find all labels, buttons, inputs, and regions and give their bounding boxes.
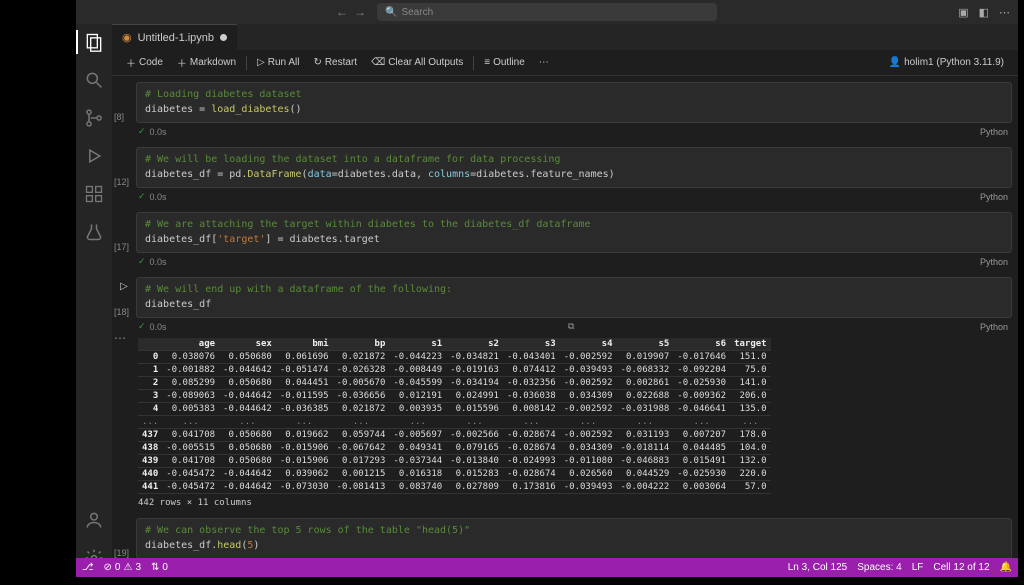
code-cell[interactable]: ▷# We will end up with a dataframe of th…: [136, 277, 1012, 508]
code-editor[interactable]: # We can observe the top 5 rows of the t…: [136, 518, 1012, 559]
toolbar-more-button[interactable]: ⋯: [533, 55, 555, 70]
table-row: 440-0.045472-0.0446420.0390620.0012150.0…: [138, 468, 771, 481]
execution-count: [19]: [114, 548, 129, 558]
outline-button[interactable]: ≡Outline: [478, 55, 531, 70]
source-control-icon[interactable]: [84, 108, 104, 128]
jupyter-icon: ◉: [122, 31, 132, 44]
clear-outputs-button[interactable]: ⌫Clear All Outputs: [365, 55, 469, 70]
code-editor[interactable]: # Loading diabetes dataset diabetes = lo…: [136, 82, 1012, 123]
add-markdown-button[interactable]: ＋Markdown: [171, 53, 242, 72]
execution-count: [12]: [114, 177, 129, 187]
more-icon[interactable]: ⋯: [999, 6, 1010, 19]
code-cell[interactable]: # We are attaching the target within dia…: [136, 212, 1012, 267]
kernel-picker[interactable]: 👤 holim1 (Python 3.11.9): [883, 55, 1010, 70]
tab-notebook[interactable]: ◉ Untitled-1.ipynb: [112, 24, 237, 50]
table-row: 4390.0417080.050680-0.0159060.017293-0.0…: [138, 455, 771, 468]
dataframe-shape: 442 rows × 11 columns: [138, 498, 1012, 508]
table-row: 20.0852990.0506800.044451-0.005670-0.045…: [138, 377, 771, 390]
nav-forward-icon[interactable]: →: [354, 5, 366, 19]
success-check-icon: ✓: [138, 191, 146, 202]
cursor-position[interactable]: Ln 3, Col 125: [788, 562, 848, 573]
explorer-icon[interactable]: [84, 32, 104, 52]
cell-status: ✓0.0sPython: [138, 191, 1012, 202]
extensions-icon[interactable]: [84, 184, 104, 204]
cell-status: ✓0.0sPython: [138, 126, 1012, 137]
tab-filename: Untitled-1.ipynb: [138, 32, 214, 44]
copy-icon[interactable]: ⧉: [568, 321, 574, 332]
layout-sidebar-icon[interactable]: ◧: [979, 6, 989, 19]
table-row: 1-0.001882-0.044642-0.051474-0.026328-0.…: [138, 364, 771, 377]
command-center-search[interactable]: 🔍 Search: [377, 3, 717, 21]
table-row: 4370.0417080.0506800.0196620.059744-0.00…: [138, 429, 771, 442]
person-icon: 👤: [889, 57, 901, 68]
nav-back-icon[interactable]: ←: [336, 5, 348, 19]
table-row: 40.005383-0.044642-0.0363850.0218720.003…: [138, 403, 771, 416]
search-icon: 🔍: [385, 7, 397, 18]
search-icon[interactable]: [84, 70, 104, 90]
testing-icon[interactable]: [84, 222, 104, 242]
restart-button[interactable]: ↻Restart: [307, 55, 363, 70]
ports-indicator[interactable]: ⇅0: [151, 562, 168, 573]
run-debug-icon[interactable]: [84, 146, 104, 166]
table-row: 438-0.0055150.050680-0.015906-0.0676420.…: [138, 442, 771, 455]
cell-status: ✓0.0s⧉Python: [138, 321, 1012, 332]
table-row: 00.0380760.0506800.0616960.021872-0.0442…: [138, 351, 771, 364]
dataframe-output: agesexbmibps1s2s3s4s5s6target00.0380760.…: [138, 338, 1012, 508]
success-check-icon: ✓: [138, 321, 146, 332]
remote-indicator[interactable]: ⎇: [82, 562, 94, 573]
title-bar: ← → 🔍 Search ▣ ◧ ⋯: [76, 0, 1018, 24]
cell-more-actions-icon[interactable]: ⋯: [114, 331, 126, 345]
tab-bar: ◉ Untitled-1.ipynb: [112, 24, 1018, 50]
indentation[interactable]: Spaces: 4: [857, 562, 901, 573]
notebook-body[interactable]: # Loading diabetes dataset diabetes = lo…: [112, 76, 1018, 574]
code-editor[interactable]: # We will end up with a dataframe of the…: [136, 277, 1012, 318]
cell-status: ✓0.0sPython: [138, 256, 1012, 267]
add-code-button[interactable]: ＋Code: [120, 53, 169, 72]
notebook-toolbar: ＋Code ＋Markdown ▷Run All ↻Restart ⌫Clear…: [112, 50, 1018, 76]
accounts-icon[interactable]: [84, 510, 104, 530]
activity-bar: [76, 24, 112, 568]
table-row: 3-0.089063-0.044642-0.011595-0.0366560.0…: [138, 390, 771, 403]
run-cell-icon[interactable]: ▷: [120, 281, 128, 292]
success-check-icon: ✓: [138, 126, 146, 137]
cell-position[interactable]: Cell 12 of 12: [933, 562, 989, 573]
execution-count: [8]: [114, 112, 124, 122]
run-all-button[interactable]: ▷Run All: [251, 55, 305, 70]
code-cell[interactable]: # Loading diabetes dataset diabetes = lo…: [136, 82, 1012, 137]
eol[interactable]: LF: [912, 562, 924, 573]
dirty-indicator-icon: [220, 34, 227, 41]
status-bar: ⎇ ⊘0 ⚠3 ⇅0 Ln 3, Col 125 Spaces: 4 LF Ce…: [76, 558, 1018, 577]
execution-count: [18]: [114, 307, 129, 317]
code-editor[interactable]: # We will be loading the dataset into a …: [136, 147, 1012, 188]
layout-panel-icon[interactable]: ▣: [958, 6, 968, 19]
search-placeholder: Search: [401, 7, 433, 18]
code-cell[interactable]: # We will be loading the dataset into a …: [136, 147, 1012, 202]
problems-indicator[interactable]: ⊘0 ⚠3: [104, 562, 141, 573]
notifications-bell-icon[interactable]: 🔔: [1000, 562, 1012, 573]
table-row: 441-0.045472-0.044642-0.073030-0.0814130…: [138, 481, 771, 494]
code-editor[interactable]: # We are attaching the target within dia…: [136, 212, 1012, 253]
execution-count: [17]: [114, 242, 129, 252]
success-check-icon: ✓: [138, 256, 146, 267]
